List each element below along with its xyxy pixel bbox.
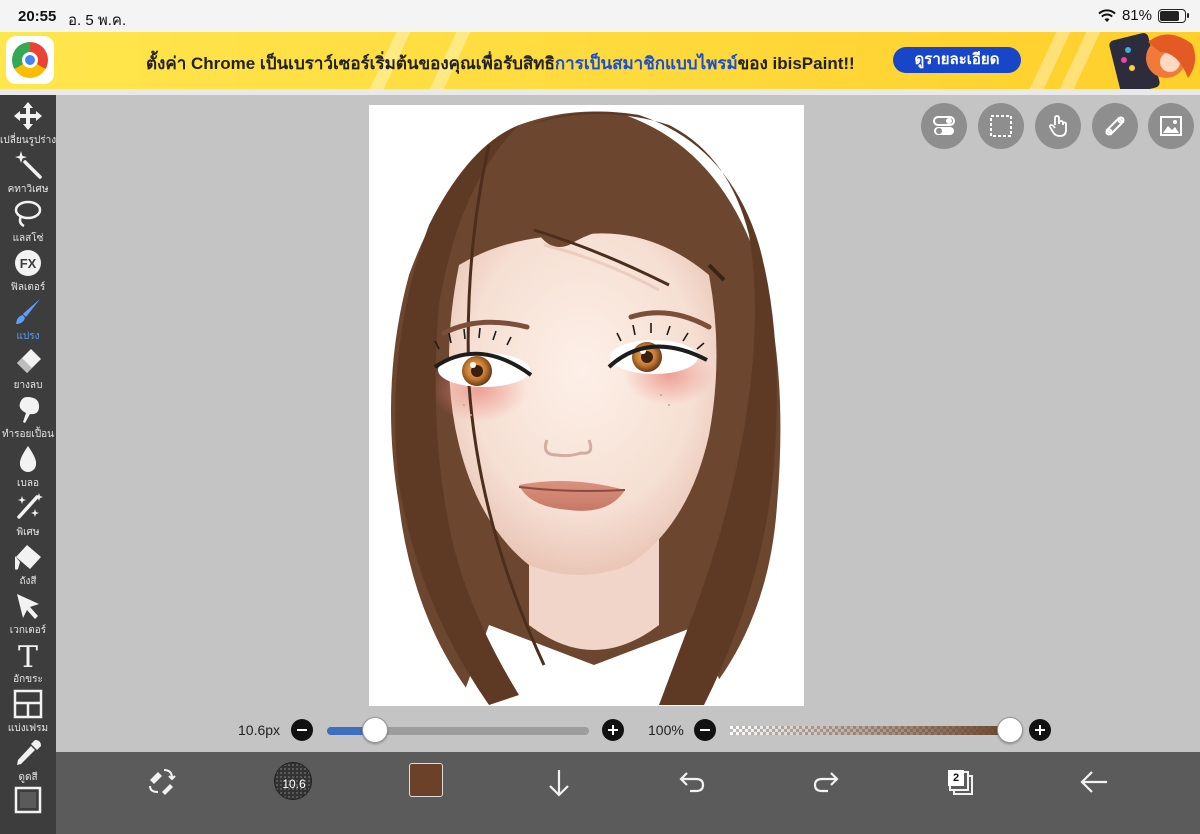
tool-label: ยางลบ [13,380,43,391]
tool-label: ถังสี [19,576,37,587]
vector-arrow-icon [17,594,39,619]
ad-artwork-icon [1109,32,1196,89]
tool-smudge[interactable]: ทำรอยเปื้อน [0,393,56,441]
wifi-icon [1098,8,1116,22]
magic-wand-icon [15,151,42,179]
ruler-icon [1105,116,1125,136]
tool-label: แบ่งเฟรม [7,723,49,734]
drawing-canvas[interactable] [369,105,804,706]
ad-text-highlight: การเป็นสมาชิกแบบไพรม์ [554,54,738,73]
brush-size-decrease-button[interactable] [291,719,313,741]
hand-gesture-icon [1049,115,1067,137]
ad-text-part1: ตั้งค่า Chrome เป็นเบราว์เซอร์เริ่มต้นขอ… [146,54,555,73]
toggle-button[interactable] [921,103,967,149]
tool-label: แปรง [16,331,40,342]
ad-text: ตั้งค่า Chrome เป็นเบราว์เซอร์เริ่มต้นขอ… [146,50,855,77]
eraser-icon [17,349,41,373]
fx-icon: FX [15,250,41,276]
color-swatch-button[interactable] [409,763,443,797]
status-time: 20:55 [18,8,57,25]
battery-level [1160,10,1179,21]
brush-size-value: 10.6 [282,777,306,791]
tool-bucket[interactable]: ถังสี [0,540,56,588]
battery-icon [1158,8,1189,23]
tool-frame-divider[interactable]: แบ่งเฟรม [0,687,56,735]
chrome-logo-icon [6,36,54,84]
special-wand-icon [17,493,43,519]
tool-label: เวกเตอร์ [9,625,47,636]
opacity-slider-knob[interactable] [997,717,1023,743]
toggle-icon [933,116,955,135]
tool-label: เปลี่ยนรูปร่าง [0,135,57,146]
fx-glyph: FX [20,256,37,271]
image-icon [1160,116,1182,136]
battery-percent: 81% [1121,7,1152,24]
lasso-icon [14,200,42,228]
gesture-button[interactable] [1035,103,1081,149]
reference-image-button[interactable] [1148,103,1194,149]
tool-eraser[interactable]: ยางลบ [0,344,56,392]
frame-divider-icon [13,689,43,719]
bottom-bar: 10.6 2 [56,752,1200,834]
tool-eyedropper[interactable]: ดูดสี [0,736,56,784]
layer-count: 2 [948,770,964,786]
tool-blur[interactable]: เบลอ [0,442,56,490]
opacity-label: 100% [648,722,684,738]
tool-brush[interactable]: แปรง [0,295,56,343]
selection-button[interactable] [978,103,1024,149]
move-icon [14,102,42,130]
status-indicators: 81% [1098,7,1189,24]
brush-size-slider-knob[interactable] [362,717,389,743]
download-arrow-icon[interactable] [545,768,573,798]
tool-lasso[interactable]: แลสโซ่ [0,197,56,245]
tool-label: คทาวิเศษ [7,184,49,195]
redo-icon[interactable] [812,770,840,794]
tool-label: ฟิลเตอร์ [10,282,46,293]
tool-canvas[interactable] [0,783,56,831]
tool-label: พิเศษ [16,527,40,538]
brush-size-label: 10.6px [238,722,281,738]
status-date: อ. 5 พ.ค. [68,12,127,29]
selection-icon [990,115,1012,137]
left-toolbar: เปลี่ยนรูปร่าง คทาวิเศษ แลสโซ่ FX ฟิลเตอ… [0,95,56,834]
tool-label: แลสโซ่ [12,233,44,244]
opacity-slider-track[interactable] [730,726,1010,735]
tool-vector[interactable]: เวกเตอร์ [0,589,56,637]
smudge-icon [19,397,40,423]
ad-banner[interactable]: ตั้งค่า Chrome เป็นเบราว์เซอร์เริ่มต้นขอ… [0,32,1200,89]
tool-special[interactable]: พิเศษ [0,491,56,539]
tool-filter[interactable]: FX ฟิลเตอร์ [0,246,56,294]
artwork-illustration [369,105,804,706]
banner-separator [0,89,1200,95]
brush-size-increase-button[interactable] [602,719,624,741]
undo-icon[interactable] [678,770,706,794]
blur-drop-icon [19,446,37,472]
tool-transform[interactable]: เปลี่ยนรูปร่าง [0,99,56,147]
tool-label: เบลอ [17,478,39,489]
layers-button[interactable]: 2 [946,768,974,796]
ad-details-button[interactable]: ดูรายละเอียด [893,47,1021,73]
bucket-icon [15,545,41,570]
eyedropper-icon [17,740,41,765]
text-glyph: T [18,640,38,670]
tool-magic-wand[interactable]: คทาวิเศษ [0,148,56,196]
tool-label: อักขระ [13,674,43,685]
tool-text[interactable]: T อักขระ [0,638,56,686]
brush-size-button[interactable]: 10.6 [274,762,312,800]
opacity-decrease-button[interactable] [694,719,716,741]
ad-text-part2: ของ ibisPaint!! [737,54,855,73]
status-bar: 20:55 อ. 5 พ.ค. 81% [0,0,1200,32]
back-arrow-icon[interactable] [1079,768,1109,796]
text-icon: T [18,640,38,670]
opacity-increase-button[interactable] [1029,719,1051,741]
tool-label: ทำรอยเปื้อน [1,429,55,440]
brush-icon [16,299,40,324]
ruler-button[interactable] [1092,103,1138,149]
canvas-icon [14,786,42,814]
brush-eraser-switch-icon[interactable] [146,766,176,796]
